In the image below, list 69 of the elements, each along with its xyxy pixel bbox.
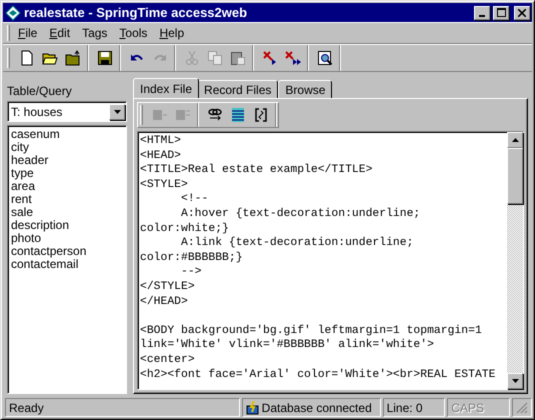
status-pane: Ready (5, 398, 240, 417)
menu-item[interactable]: Tags (76, 26, 114, 40)
blank-page-icon (18, 50, 34, 66)
menu-item[interactable]: Edit (43, 26, 76, 40)
scissors-icon (184, 50, 200, 66)
code-line: A:link {text-decoration:underline; (180, 236, 414, 251)
insert-all-icon (174, 107, 190, 123)
save-icon (96, 50, 112, 66)
menu-item[interactable]: Help (153, 26, 190, 40)
field-item[interactable]: sale (11, 206, 123, 219)
minimize-button[interactable] (474, 6, 490, 20)
magnifier-page-icon (316, 50, 332, 66)
code-line: <STYLE> (140, 178, 189, 192)
code-line: <HTML> (140, 134, 182, 149)
tab[interactable]: Browse (278, 80, 332, 98)
tab[interactable]: Index File (133, 78, 200, 98)
table-query-label: Table/Query (7, 84, 73, 98)
code-line: <center> (140, 352, 196, 368)
tab[interactable]: Record Files (197, 80, 278, 98)
field-item[interactable]: rent (11, 193, 123, 206)
code-line: color:#BBBBBB;} (140, 250, 244, 266)
clipboard-icon (230, 50, 246, 66)
status-pane: Line: 0 (382, 398, 446, 417)
scroll-up-button[interactable] (507, 132, 523, 148)
scroll-up-icon (512, 138, 518, 142)
code-line: <TITLE>Real estate example</TITLE> (140, 163, 374, 178)
code-line: </STYLE> (140, 280, 196, 295)
field-item[interactable]: city (11, 141, 123, 154)
code-line: <!-- (180, 192, 210, 207)
code-line: A:hover {text-decoration:underline; (180, 206, 422, 222)
close-button[interactable] (514, 6, 530, 20)
scroll-thumb[interactable] (507, 148, 523, 204)
maximize-icon (496, 8, 506, 17)
field-item[interactable]: casenum (11, 128, 123, 141)
copy-icon (206, 50, 222, 66)
field-item[interactable]: header (11, 154, 123, 167)
field-item[interactable]: contactperson (11, 245, 123, 258)
code-line: color:white;} (140, 222, 230, 236)
chain-icon (206, 107, 222, 123)
maximize-button[interactable] (493, 6, 509, 20)
status-pane: Database connected (242, 398, 381, 417)
vertical-scrollbar[interactable] (507, 132, 523, 389)
lines-icon (230, 107, 246, 123)
code-line: link='White' vlink='#BBBBBB' alink='white'> (140, 338, 435, 353)
field-item[interactable]: type (11, 167, 123, 180)
undo-icon (130, 54, 142, 62)
database-icon (246, 400, 259, 414)
field-item[interactable]: description (11, 219, 123, 232)
insert-icon (152, 107, 168, 123)
code-line: <HEAD> (140, 148, 182, 164)
menu-item[interactable]: Tools (113, 26, 154, 40)
code-line: </HEAD> (140, 294, 189, 310)
field-item[interactable]: area (11, 180, 123, 193)
status-pane: CAPS (447, 398, 510, 417)
redo-icon (154, 54, 166, 62)
field-item[interactable]: contactemail (11, 258, 123, 271)
size-grip-icon (512, 398, 532, 417)
field-item[interactable]: photo (11, 232, 123, 245)
scroll-down-icon (512, 379, 518, 383)
table-select[interactable]: T: houses (7, 101, 127, 122)
scroll-down-button[interactable] (507, 373, 523, 389)
code-line: <BODY background='bg.gif' leftmargin=1 topmargin=1 (140, 324, 483, 338)
minimize-icon (479, 14, 485, 16)
close-icon (518, 8, 526, 16)
menu-item[interactable]: File (12, 26, 44, 40)
folder-arrow-icon (64, 50, 80, 66)
code-line: --> (180, 265, 203, 280)
code-line: <h2><font face='Arial' color='White'><br>REAL ESTATE (140, 368, 496, 382)
window-title: realestate - SpringTime access2web (24, 5, 248, 20)
